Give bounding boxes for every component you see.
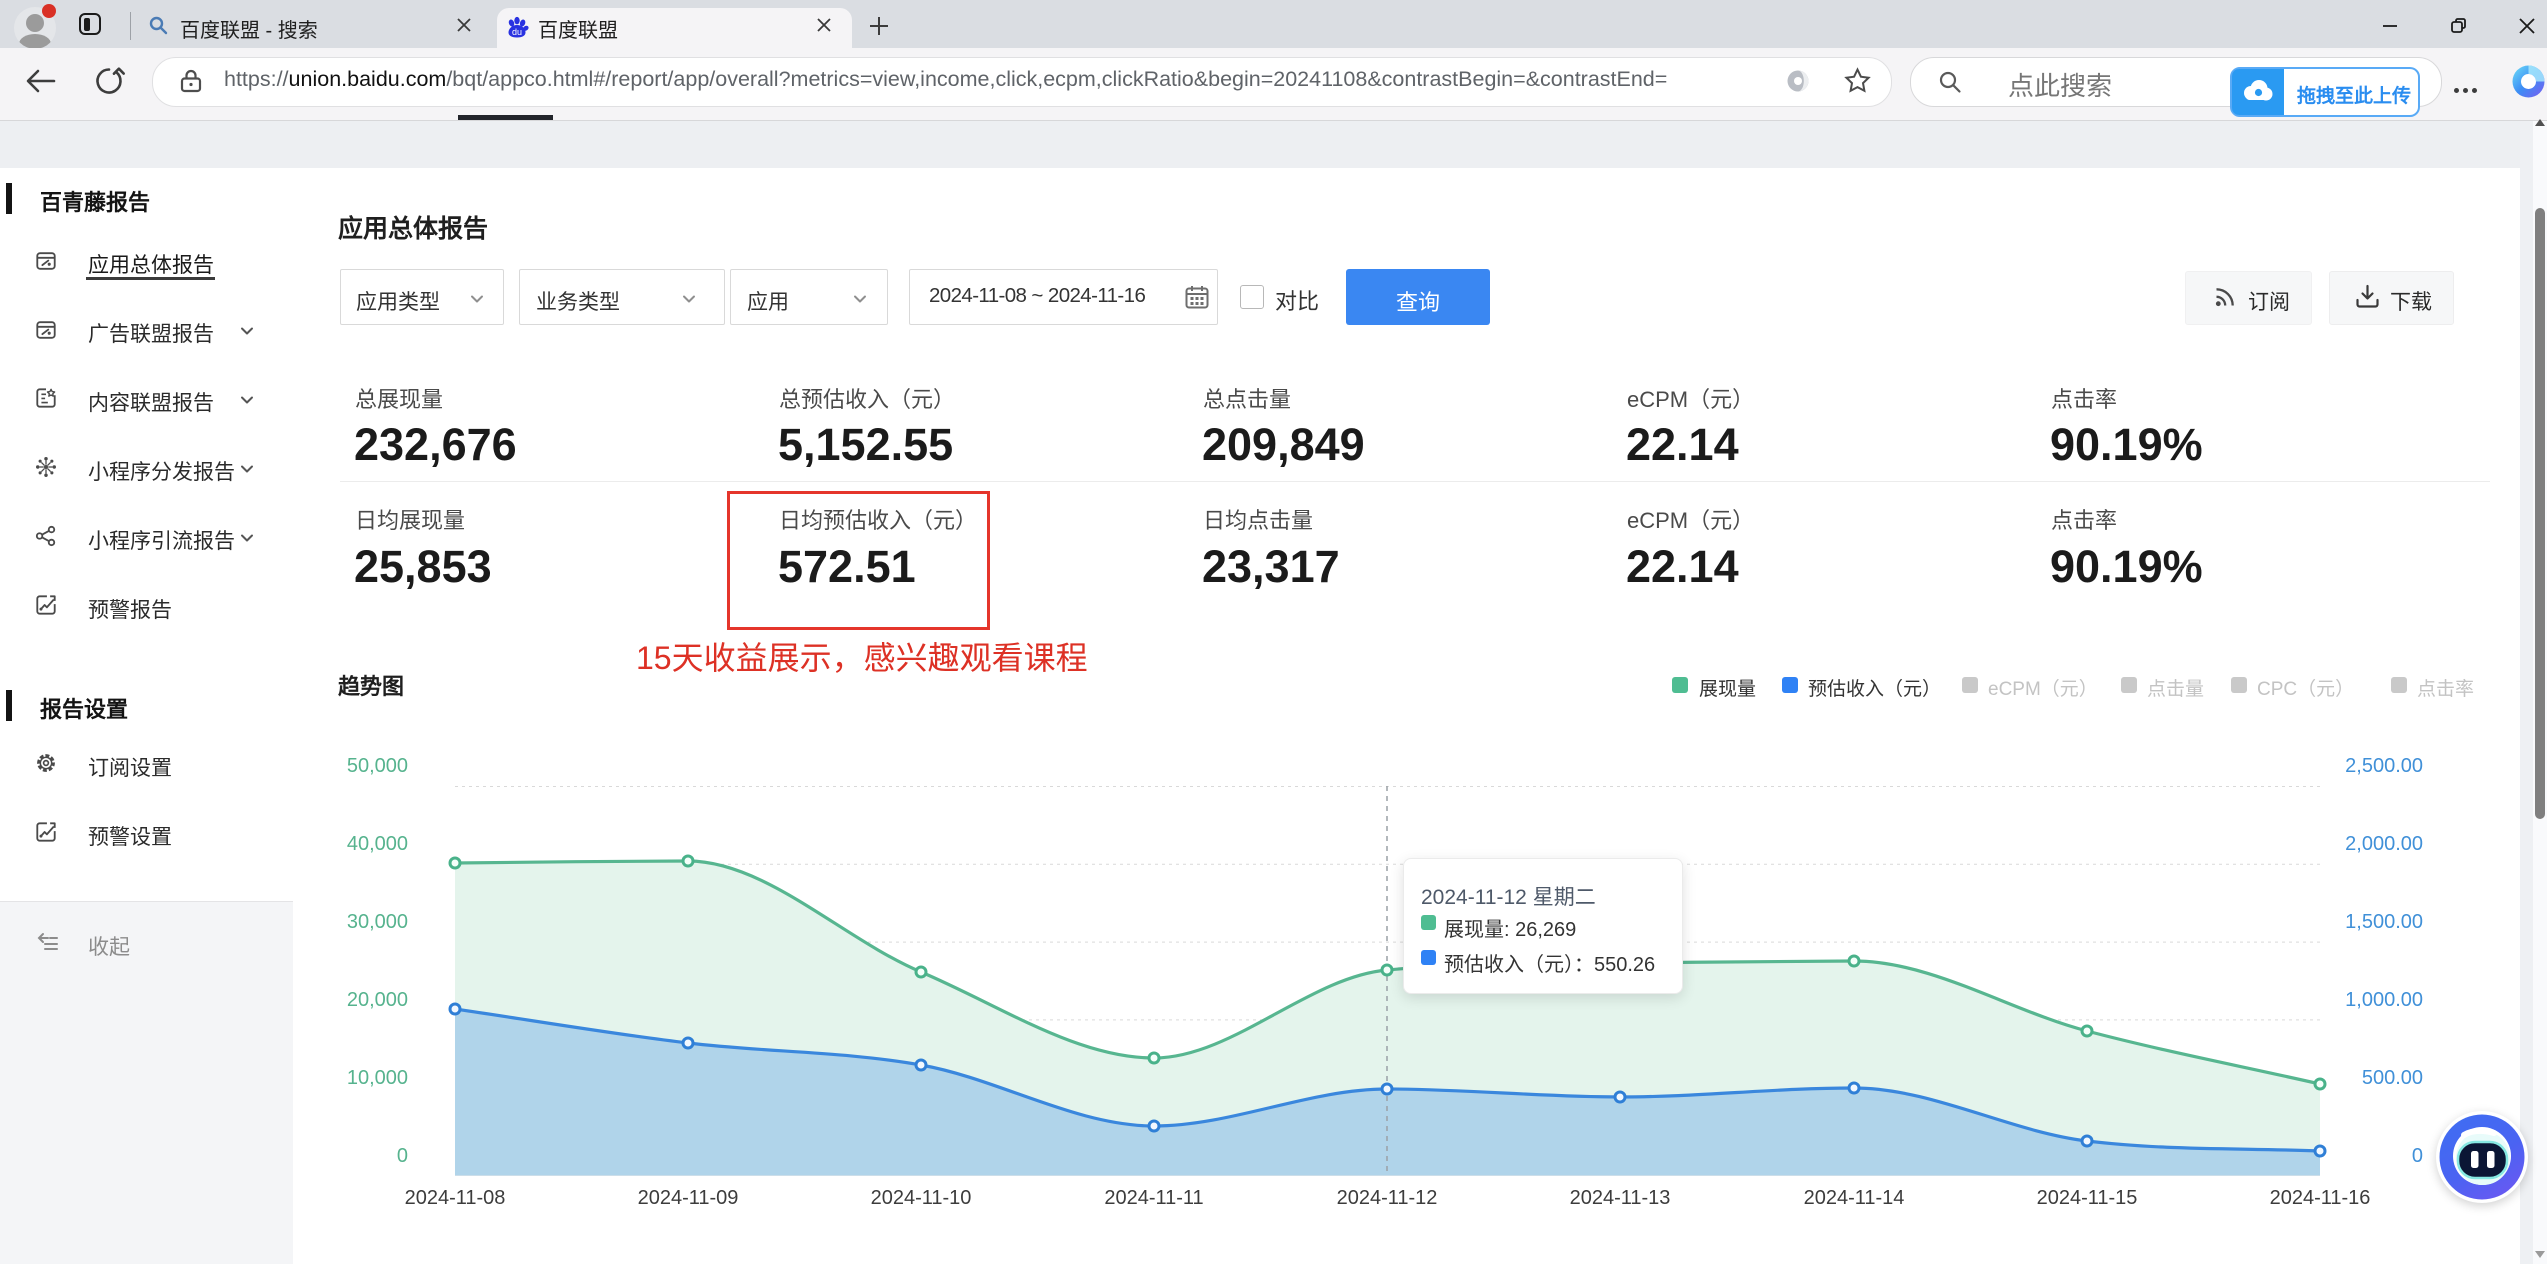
svg-text:20,000: 20,000	[347, 989, 408, 1011]
svg-text:0: 0	[397, 1145, 408, 1167]
svg-text:2024-11-15: 2024-11-15	[2037, 1187, 2138, 1209]
svg-text:30,000: 30,000	[347, 911, 408, 933]
svg-text:2,000.00: 2,000.00	[2345, 833, 2423, 855]
svg-text:2024-11-14: 2024-11-14	[1804, 1187, 1905, 1209]
svg-text:2024-11-10: 2024-11-10	[871, 1187, 972, 1209]
svg-text:2024-11-13: 2024-11-13	[1570, 1187, 1671, 1209]
svg-text:40,000: 40,000	[347, 833, 408, 855]
svg-text:2024-11-12: 2024-11-12	[1337, 1187, 1438, 1209]
svg-text:50,000: 50,000	[347, 755, 408, 777]
svg-text:2024-11-09: 2024-11-09	[638, 1187, 739, 1209]
svg-text:0: 0	[2412, 1145, 2423, 1167]
svg-text:1,000.00: 1,000.00	[2345, 989, 2423, 1011]
svg-text:2024-11-16: 2024-11-16	[2270, 1187, 2371, 1209]
svg-text:10,000: 10,000	[347, 1067, 408, 1089]
svg-text:2024-11-08: 2024-11-08	[405, 1187, 506, 1209]
svg-text:500.00: 500.00	[2362, 1067, 2423, 1089]
svg-text:2,500.00: 2,500.00	[2345, 755, 2423, 777]
svg-text:1,500.00: 1,500.00	[2345, 911, 2423, 933]
svg-text:du: du	[512, 27, 522, 37]
svg-text:2024-11-11: 2024-11-11	[1104, 1187, 1203, 1209]
